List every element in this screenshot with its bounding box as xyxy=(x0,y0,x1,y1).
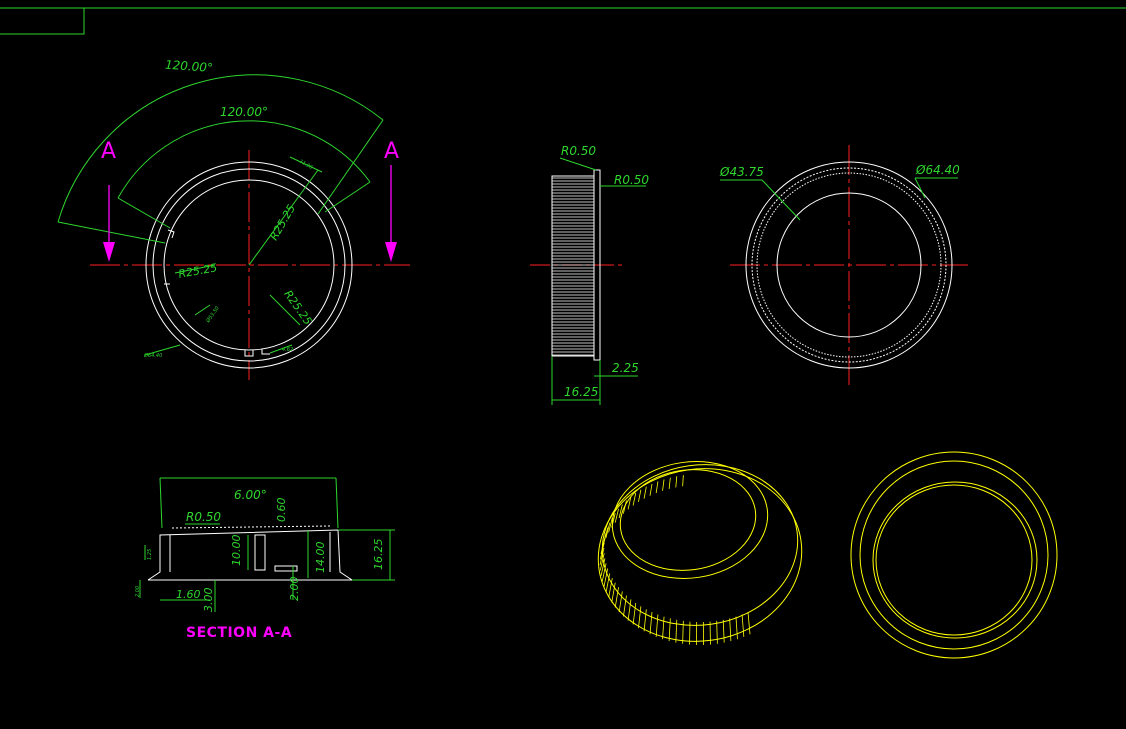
iso-view-knurled xyxy=(597,461,803,645)
diam-outer-small-label: Ø64.40 xyxy=(143,352,162,359)
section-title: SECTION A-A xyxy=(186,625,292,641)
angle-arc-inner xyxy=(117,120,371,199)
top-view-notches xyxy=(164,229,270,357)
radius-bottom-label: R25.25 xyxy=(281,288,314,328)
section-h-total-label: 16.25 xyxy=(372,539,385,571)
section-marker-left xyxy=(103,185,115,262)
section-mark-left-label: A xyxy=(101,139,116,164)
section-h-inner-label: 10.00 xyxy=(230,535,243,567)
title-block-frame xyxy=(0,7,1126,35)
section-lip-small-label: 1.25 xyxy=(147,549,153,560)
section-thick-top-label: 0.60 xyxy=(275,498,288,523)
section-left-depth-label: 3.00 xyxy=(202,588,215,613)
side-view-knurl-lines xyxy=(552,177,594,356)
side-radius-right-label: R0.50 xyxy=(614,173,649,187)
radius-slot-top-label: R25.25 xyxy=(267,202,298,242)
side-view-knurl-body xyxy=(551,175,595,357)
front-diam-outer-label: Ø64.40 xyxy=(915,163,960,177)
section-marker-right xyxy=(385,165,397,262)
section-base-small-label: 2.00 xyxy=(135,586,141,597)
top-view: 120.00° 120.00° A A R25.25 R25.25 R25.25… xyxy=(57,58,410,380)
section-h-mid-label: 14.00 xyxy=(314,542,327,574)
side-flange-label: 2.25 xyxy=(612,361,639,375)
side-radius-top-label: R0.50 xyxy=(561,144,596,158)
angle-outer-label: 120.00° xyxy=(165,58,214,75)
angle-inner-label: 120.00° xyxy=(220,105,268,119)
front-view: Ø43.75 Ø64.40 xyxy=(719,145,968,385)
section-right-step-label: 2.00 xyxy=(288,577,301,602)
notch-width-label: 4.62 xyxy=(282,347,293,353)
section-view: 6.00° R0.50 0.60 10.00 14.00 16.25 1.60 … xyxy=(135,477,395,641)
front-diam-inner-label: Ø43.75 xyxy=(719,165,764,179)
radius-left-label: R25.25 xyxy=(177,261,218,281)
section-left-step-label: 1.60 xyxy=(176,588,201,601)
section-radius-label: R0.50 xyxy=(186,510,221,524)
cad-drawing-canvas: 120.00° 120.00° A A R25.25 R25.25 R25.25… xyxy=(0,7,1126,659)
side-width-label: 16.25 xyxy=(564,385,598,399)
iso-view-ring xyxy=(850,451,1058,659)
iso-knurl-lines xyxy=(599,475,751,645)
section-mark-right-label: A xyxy=(384,139,399,164)
slot-width-top-label: 11.96 xyxy=(298,159,313,171)
section-angle-label: 6.00° xyxy=(234,488,267,502)
side-view: R0.50 R0.50 2.25 16.25 xyxy=(530,144,649,405)
